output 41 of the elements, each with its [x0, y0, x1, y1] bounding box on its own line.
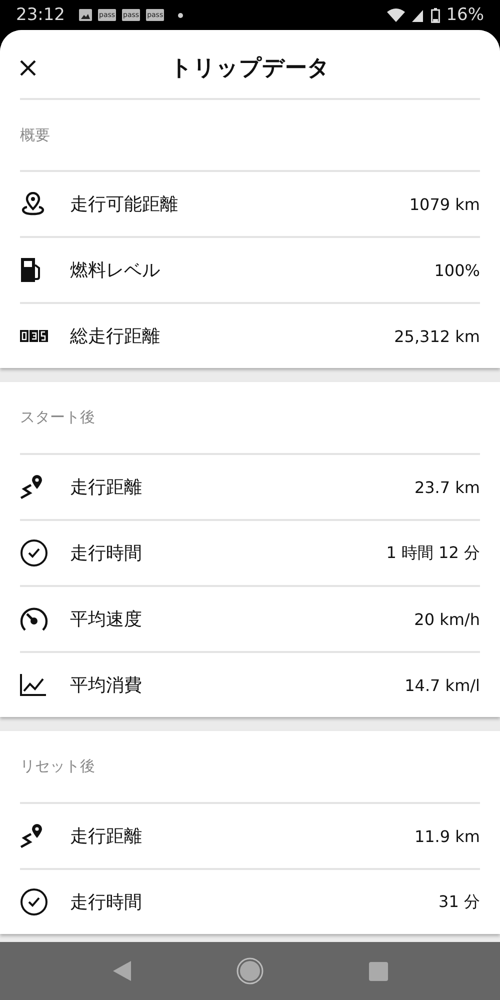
row-value: 20 km/h	[414, 610, 480, 628]
location-pin-icon	[20, 192, 46, 216]
row-value: 14.7 km/l	[404, 676, 480, 694]
route-pin-icon	[20, 474, 44, 500]
route-pin-icon	[20, 823, 44, 849]
wifi-icon	[387, 8, 406, 22]
row-value: 25,312 km	[394, 326, 480, 346]
section-title: リセット後	[20, 756, 96, 777]
section-title: 概要	[20, 98, 480, 170]
speedometer-icon	[20, 606, 48, 632]
clock-icon	[20, 539, 48, 567]
image-icon	[79, 9, 92, 21]
row-value: 23.7 km	[414, 478, 480, 496]
recents-icon[interactable]	[368, 962, 388, 980]
row-label: 走行時間	[70, 891, 142, 914]
row-label: 平均速度	[70, 608, 142, 631]
row-value: 31 分	[438, 892, 480, 912]
row-value: 100%	[434, 260, 480, 280]
more-icon	[178, 12, 184, 18]
row-value: 11.9 km	[414, 826, 480, 846]
row-value: 1 時間 12 分	[386, 542, 480, 564]
status-time: 23:12	[16, 5, 65, 25]
row-label: 平均消費	[70, 674, 142, 697]
clock-icon	[20, 888, 48, 916]
row-label: 走行距離	[70, 476, 142, 499]
row-label: 走行距離	[70, 825, 142, 848]
home-icon[interactable]	[236, 957, 264, 985]
row-label: 走行可能距離	[70, 193, 178, 216]
row-label: 総走行距離	[70, 325, 160, 348]
sheet-title: トリップデータ	[170, 55, 330, 83]
battery-icon	[431, 8, 440, 22]
section-title: スタート後	[20, 407, 96, 428]
signal-icon	[411, 8, 426, 22]
row-label: 燃料レベル	[70, 259, 160, 282]
row-label: 走行時間	[70, 542, 142, 565]
back-icon[interactable]	[112, 961, 130, 981]
fuel-pump-icon	[20, 257, 42, 283]
odometer-icon	[20, 330, 48, 342]
line-chart-icon	[20, 674, 46, 696]
row-value: 1079 km	[409, 194, 480, 214]
battery-percent: 16%	[446, 5, 484, 25]
